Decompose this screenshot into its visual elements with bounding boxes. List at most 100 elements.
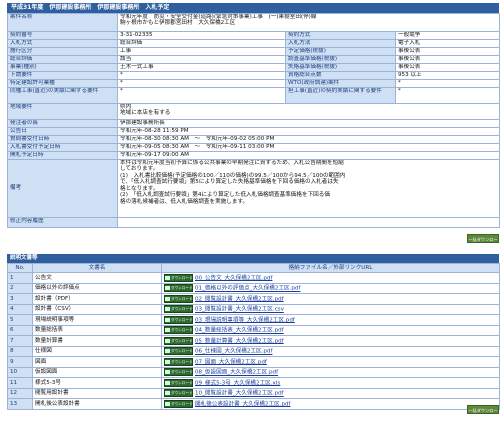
- file-link[interactable]: 08_仮設図面_大久保橋2工区.pdf: [195, 370, 278, 376]
- table-row: 3 設計書（PDF） ダウンロード 02_閲覧設計書_大久保橋2工区.pdf: [7, 293, 500, 305]
- jv-value: *: [117, 87, 286, 104]
- download-label: ダウンロード: [171, 349, 193, 354]
- download-button[interactable]: ダウンロード: [164, 378, 193, 387]
- table-row: 12 閲覧用設計書 ダウンロード 10_閲覧設計書_大久保橋2工区.pdf: [7, 387, 500, 399]
- document-name: 数量総括表: [32, 324, 162, 336]
- column-header-name: 文書名: [32, 263, 162, 273]
- score-value: 953 以上: [395, 71, 500, 80]
- row-number: 2: [7, 282, 33, 294]
- bid-detail-page: 平成31年度 伊那建設事務所 伊那建設事務所 入札予定 案件名称 令和元年度 防…: [0, 0, 500, 422]
- file-link[interactable]: 07_図面_大久保橋2工区.pdf: [195, 359, 267, 365]
- download-label: ダウンロード: [171, 391, 193, 396]
- score-label: 資格総合点数: [285, 71, 396, 80]
- region-line2: 地域に本店を有する: [120, 110, 171, 117]
- project-name-value: 令和元年度 防災・安全交付金(道路)(緊急対策事業)工事 (一)果樹室田(停)線…: [117, 13, 500, 32]
- bulk-download-button-bottom[interactable]: 一括ダウンロード: [467, 405, 499, 422]
- download-button[interactable]: ダウンロード: [164, 389, 193, 398]
- business-type-value: 土木一式工事: [117, 63, 286, 72]
- file-cell: ダウンロード 03_現場説明事項等_大久保橋2工区.pdf: [161, 314, 500, 326]
- file-link[interactable]: 04_数量総括表_大久保橋2工区.pdf: [195, 328, 284, 334]
- notes-value: 本件は令和元年度当初予算に係る公共事業の早期発注に資するため、入札公告期間を短縮…: [117, 159, 500, 218]
- document-name: 公告文: [32, 272, 162, 284]
- document-name: 様式5-3号: [32, 377, 162, 389]
- region-value: 県内 地域に本店を有する: [117, 103, 500, 120]
- engineer-label: 担工事(直近)の契約実績に関する要件: [285, 87, 396, 104]
- download-icon: [165, 286, 170, 291]
- file-link[interactable]: 10_閲覧設計書_大久保橋2工区.pdf: [195, 391, 284, 397]
- file-cell: ダウンロード 03_閲覧設計書_大久保橋2工区.csv: [161, 303, 500, 315]
- download-icon: [165, 296, 170, 301]
- download-button[interactable]: ダウンロード: [164, 326, 193, 335]
- row-number: 8: [7, 345, 33, 357]
- download-button[interactable]: ダウンロード: [164, 294, 193, 303]
- table-row: 13 開札後公表設計書 ダウンロード 開札後公表設計書_大久保橋2工区.pdf: [7, 398, 500, 410]
- table-row: 9 図面 ダウンロード 07_図面_大久保橋2工区.pdf: [7, 356, 500, 368]
- document-name: 設計書（CSV）: [32, 303, 162, 315]
- download-button[interactable]: ダウンロード: [164, 305, 193, 314]
- table-row: 2 価格以外の評価点 ダウンロード 01_価格以外の評価点_大久保橋2工区.pdf: [7, 282, 500, 294]
- contract-no-value: 3-31-02335: [117, 31, 286, 40]
- file-cell: ダウンロード 開札後公表設計書_大久保橋2工区.pdf: [161, 398, 500, 410]
- bulk-download-button-top[interactable]: 一括ダウンロード: [467, 234, 499, 251]
- column-header-file: 格納ファイル名／外部リンクURL: [161, 263, 500, 273]
- download-label: ダウンロード: [171, 317, 193, 322]
- download-button[interactable]: ダウンロード: [164, 315, 193, 324]
- contract-no-label: 契約番号: [7, 31, 118, 40]
- file-link[interactable]: 02_閲覧設計書_大久保橋2工区.pdf: [195, 296, 284, 302]
- special-value: *: [117, 79, 286, 88]
- office-value: 伊那建設事務所長: [117, 119, 500, 128]
- download-button[interactable]: ダウンロード: [164, 357, 193, 366]
- document-name: 数量計算書: [32, 335, 162, 347]
- table-row: 11 様式5-3号 ダウンロード 09_様式5-3号_大久保橋2工区.xls: [7, 377, 500, 389]
- download-icon: [165, 307, 170, 312]
- open-value: 令和元年-09-17 09:00 AM: [117, 151, 500, 160]
- file-link[interactable]: 00_公告文_大久保橋2工区.pdf: [195, 275, 272, 281]
- download-button[interactable]: ダウンロード: [164, 273, 193, 282]
- bid-format-value: 電子入札: [395, 39, 500, 48]
- estimate-label: 予定価格(税抜): [285, 47, 396, 56]
- table-row: 1 公告文 ダウンロード 00_公告文_大久保橋2工区.pdf: [7, 272, 500, 284]
- file-link[interactable]: 01_価格以外の評価点_大久保橋2工区.pdf: [195, 286, 300, 292]
- publish-label: 公告日: [7, 127, 118, 136]
- document-name: 設計書（PDF）: [32, 293, 162, 305]
- download-button[interactable]: ダウンロード: [164, 284, 193, 293]
- download-icon: [165, 401, 170, 406]
- document-name: 閲覧用設計書: [32, 387, 162, 399]
- download-button[interactable]: ダウンロード: [164, 399, 193, 408]
- row-number: 1: [7, 272, 33, 284]
- file-link[interactable]: 05_数量計算書_大久保橋2工区.pdf: [195, 338, 284, 344]
- open-label: 開札予定日時: [7, 151, 118, 160]
- row-number: 3: [7, 293, 33, 305]
- file-cell: ダウンロード 09_様式5-3号_大久保橋2工区.xls: [161, 377, 500, 389]
- file-cell: ダウンロード 08_仮設図面_大久保橋2工区.pdf: [161, 366, 500, 378]
- notes-line: 格の落札候補者は、低入札価格調査を実施します。: [120, 198, 249, 205]
- download-label: ダウンロード: [171, 328, 193, 333]
- evaluation-label: 総合評価: [7, 55, 118, 64]
- download-button[interactable]: ダウンロード: [164, 336, 193, 345]
- document-name: 仮設図面: [32, 366, 162, 378]
- question-label: 質問書受付日時: [7, 135, 118, 144]
- row-number: 13: [7, 398, 33, 410]
- download-label: ダウンロード: [171, 338, 193, 343]
- file-link[interactable]: 03_現場説明事項等_大久保橋2工区.pdf: [195, 317, 295, 323]
- bid-format-label: 入札方法: [285, 39, 396, 48]
- row-number: 6: [7, 324, 33, 336]
- row-number: 12: [7, 387, 33, 399]
- file-link[interactable]: 06_仕様図_大久保橋2工区.pdf: [195, 349, 272, 355]
- download-icon: [165, 391, 170, 396]
- table-row: 6 数量総括表 ダウンロード 04_数量総括表_大久保橋2工区.pdf: [7, 324, 500, 336]
- download-label: ダウンロード: [171, 380, 193, 385]
- table-row: 7 数量計算書 ダウンロード 05_数量計算書_大久保橋2工区.pdf: [7, 335, 500, 347]
- download-button[interactable]: ダウンロード: [164, 347, 193, 356]
- row-number: 7: [7, 335, 33, 347]
- download-button[interactable]: ダウンロード: [164, 368, 193, 377]
- notes-label: 備考: [7, 159, 118, 218]
- download-icon: [165, 349, 170, 354]
- wto-value: *: [395, 79, 500, 88]
- engineer-value: *: [395, 87, 500, 104]
- contract-method-label: 契約方式: [285, 31, 396, 40]
- file-link[interactable]: 開札後公表設計書_大久保橋2工区.pdf: [195, 401, 291, 407]
- file-link[interactable]: 09_様式5-3号_大久保橋2工区.xls: [195, 380, 280, 386]
- document-name: 価格以外の評価点: [32, 282, 162, 294]
- file-link[interactable]: 03_閲覧設計書_大久保橋2工区.csv: [195, 307, 284, 313]
